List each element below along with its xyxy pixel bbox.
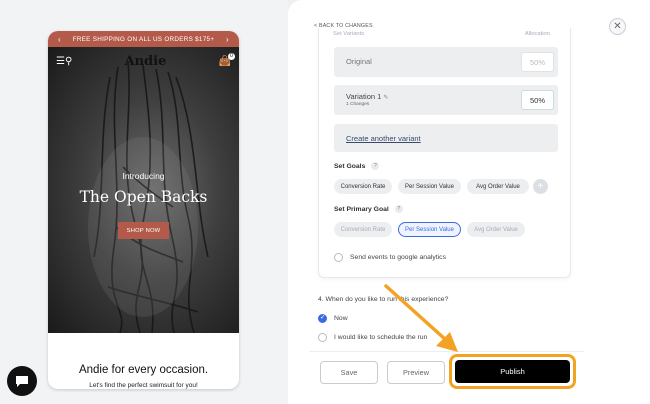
help-icon[interactable]: ?: [394, 205, 403, 213]
create-variant-button[interactable]: Create another variant: [334, 124, 558, 152]
section-subtitle: Let's find the perfect swimsuit for you!: [89, 382, 198, 389]
section-title: Andie for every occasion.: [78, 364, 209, 376]
run-now-label: Now: [334, 315, 348, 322]
plus-icon[interactable]: +: [533, 179, 548, 194]
allocation-input[interactable]: 50%: [521, 90, 554, 110]
pointer-arrow-annotation: [384, 284, 458, 352]
chat-icon[interactable]: [7, 366, 37, 396]
hero-image: ☰⚲ Andie 👜 0 Introducing The Open Backs S…: [48, 47, 239, 333]
promo-text: FREE SHIPPING ON ALL US ORDERS $175+: [72, 35, 215, 43]
set-goals-title: Set Goals?: [334, 162, 380, 170]
variant-original[interactable]: Original 50%: [334, 47, 558, 77]
primary-goal-chip[interactable]: Conversion Rate: [334, 222, 392, 237]
goal-chip[interactable]: Per Session Value: [398, 179, 461, 194]
variants-header: Set Variants: [333, 31, 365, 37]
ga-radio[interactable]: [334, 253, 343, 262]
hero-intro: Introducing: [122, 171, 165, 181]
promo-prev-icon[interactable]: ‹: [58, 35, 61, 44]
menu-search-icon[interactable]: ☰⚲: [56, 56, 72, 67]
shop-now-button[interactable]: SHOP NOW: [118, 222, 169, 239]
run-now-radio[interactable]: [318, 313, 327, 323]
preview-button[interactable]: Preview: [387, 361, 445, 384]
create-variant-label: Create another variant: [346, 134, 421, 143]
variants-card: Set Variants Allocation Original 50% Var…: [318, 28, 571, 278]
help-icon[interactable]: ?: [371, 162, 380, 170]
variant-changes: 1 Changes: [346, 102, 370, 107]
brand-logo[interactable]: Andie: [125, 54, 167, 69]
store-header: ☰⚲ Andie 👜 0: [48, 51, 239, 71]
primary-goal-title: Set Primary Goal?: [334, 205, 403, 213]
goal-chip[interactable]: Avg Order Value: [467, 179, 529, 194]
save-button[interactable]: Save: [320, 361, 378, 384]
primary-goal-chip-selected[interactable]: Per Session Value: [398, 222, 461, 237]
basket-icon[interactable]: 👜 0: [219, 52, 235, 67]
goal-chip[interactable]: Conversion Rate: [334, 179, 392, 194]
primary-goal-chip[interactable]: Avg Order Value: [467, 222, 525, 237]
variant-variation-1[interactable]: Variation 1 ✎ 1 Changes 50%: [334, 85, 558, 115]
allocation-input[interactable]: 50%: [521, 52, 554, 72]
cart-count: 0: [228, 52, 235, 60]
run-now-option[interactable]: Now: [318, 313, 348, 323]
allocation-header: Allocation: [524, 31, 550, 37]
variant-name: Original: [346, 57, 372, 66]
ga-events-option[interactable]: Send events to google analytics: [334, 253, 446, 262]
mobile-preview: ‹ FREE SHIPPING ON ALL US ORDERS $175+ ›…: [48, 31, 239, 389]
publish-button[interactable]: Publish: [455, 360, 570, 383]
pencil-icon[interactable]: ✎: [383, 95, 388, 101]
ga-label: Send events to google analytics: [350, 254, 446, 261]
promo-next-icon[interactable]: ›: [226, 35, 229, 44]
variant-name: Variation 1 ✎: [346, 92, 389, 101]
promo-bar: ‹ FREE SHIPPING ON ALL US ORDERS $175+ ›: [48, 31, 239, 47]
hero-headline: The Open Backs: [79, 188, 208, 206]
run-schedule-radio[interactable]: [318, 333, 327, 342]
close-icon[interactable]: ✕: [609, 18, 626, 35]
